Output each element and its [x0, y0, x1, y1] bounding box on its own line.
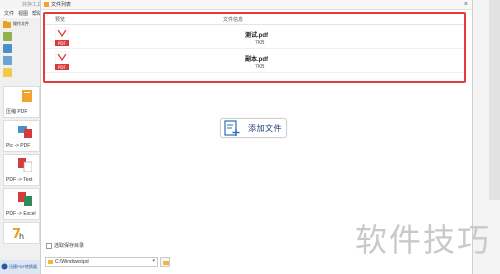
menu-file[interactable]: 文件 — [4, 10, 14, 17]
app-logo-icon — [1, 263, 8, 270]
folder-icon — [3, 21, 11, 28]
tool-pdf-to-text[interactable]: PDF -> Text — [3, 154, 40, 186]
ocr-icon: 7h — [12, 227, 24, 240]
browse-folder-button[interactable] — [160, 257, 170, 267]
pdf-to-text-icon — [18, 158, 32, 172]
svg-text:h: h — [19, 232, 24, 240]
pic-to-pdf-icon — [18, 126, 32, 138]
tool-panel: 压缩 PDF Pic -> PDF PDF -> Text PDF -> Exc… — [3, 86, 40, 274]
file-list: 预览 文件信息 PDF 测试.pdf 7KB PDF 副本.pdf 7KB — [43, 12, 466, 83]
sidebar-first-item[interactable]: 操作文件 — [3, 20, 39, 28]
tool-pdf-to-excel[interactable]: PDF -> Excel — [3, 188, 40, 220]
tool-label: PDF -> Text — [6, 177, 33, 183]
compress-pdf-icon — [22, 90, 32, 102]
tool-pic-to-pdf[interactable]: Pic -> PDF — [3, 120, 40, 152]
tool-compress-pdf[interactable]: 压缩 PDF — [3, 86, 40, 118]
chevron-down-icon[interactable]: ▾ — [152, 258, 155, 264]
music-icon[interactable] — [3, 44, 12, 53]
sidebar-first-label: 操作文件 — [13, 21, 29, 26]
bottom-status-strip: 迅捷PDF转换器 — [0, 260, 40, 274]
save-dir-checkbox[interactable] — [46, 242, 52, 249]
menu-view[interactable]: 视图 — [18, 10, 28, 17]
watermark: 软件技巧 — [355, 221, 492, 259]
pdf-icon: PDF — [55, 51, 69, 70]
folder-icon — [48, 260, 53, 264]
tool-label: Pic -> PDF — [6, 143, 31, 149]
save-path-value: C:\Windows\pd — [55, 259, 89, 265]
tool-ocr[interactable]: 7h — [3, 222, 40, 244]
add-file-label: 添加文件 — [248, 124, 282, 133]
add-file-icon — [224, 120, 240, 136]
scrollbar[interactable] — [489, 0, 500, 200]
folder-icon — [163, 261, 169, 265]
file-size: 7KB — [255, 40, 265, 46]
close-icon[interactable]: × — [464, 0, 468, 9]
dialog-app-icon — [44, 2, 49, 7]
dialog-title: 文件列表 — [51, 2, 72, 8]
dialog-title-bar: 文件列表 × — [41, 0, 472, 10]
image-icon[interactable] — [3, 32, 12, 41]
save-path-field[interactable]: C:\Windows\pd ▾ — [45, 257, 158, 267]
file-name: 测试.pdf — [245, 33, 268, 39]
app-title: 转换工具 — [22, 2, 43, 8]
file-size: 7KB — [255, 64, 265, 70]
pdf-icon: PDF — [55, 27, 69, 46]
list-header: 预览 文件信息 — [45, 14, 464, 25]
bottom-strip-text: 迅捷PDF转换器 — [9, 264, 37, 269]
list-item[interactable]: PDF 测试.pdf 7KB — [45, 25, 464, 49]
save-dir-label[interactable]: 选取保存目录 — [46, 242, 84, 249]
pdf-to-excel-icon — [18, 192, 32, 206]
picture-icon[interactable] — [3, 56, 12, 65]
tool-label: PDF -> Excel — [6, 211, 36, 217]
add-file-button[interactable]: 添加文件 — [220, 118, 287, 138]
save-dir-text: 选取保存目录 — [54, 243, 85, 249]
file-name: 副本.pdf — [245, 57, 268, 63]
tool-label: 压缩 PDF — [6, 109, 28, 115]
svg-text:PDF: PDF — [58, 41, 66, 46]
column-preview: 预览 — [55, 17, 66, 23]
note-icon[interactable] — [3, 68, 12, 77]
column-file-info: 文件信息 — [223, 17, 244, 23]
svg-text:PDF: PDF — [58, 65, 66, 70]
list-item[interactable]: PDF 副本.pdf 7KB — [45, 49, 464, 73]
